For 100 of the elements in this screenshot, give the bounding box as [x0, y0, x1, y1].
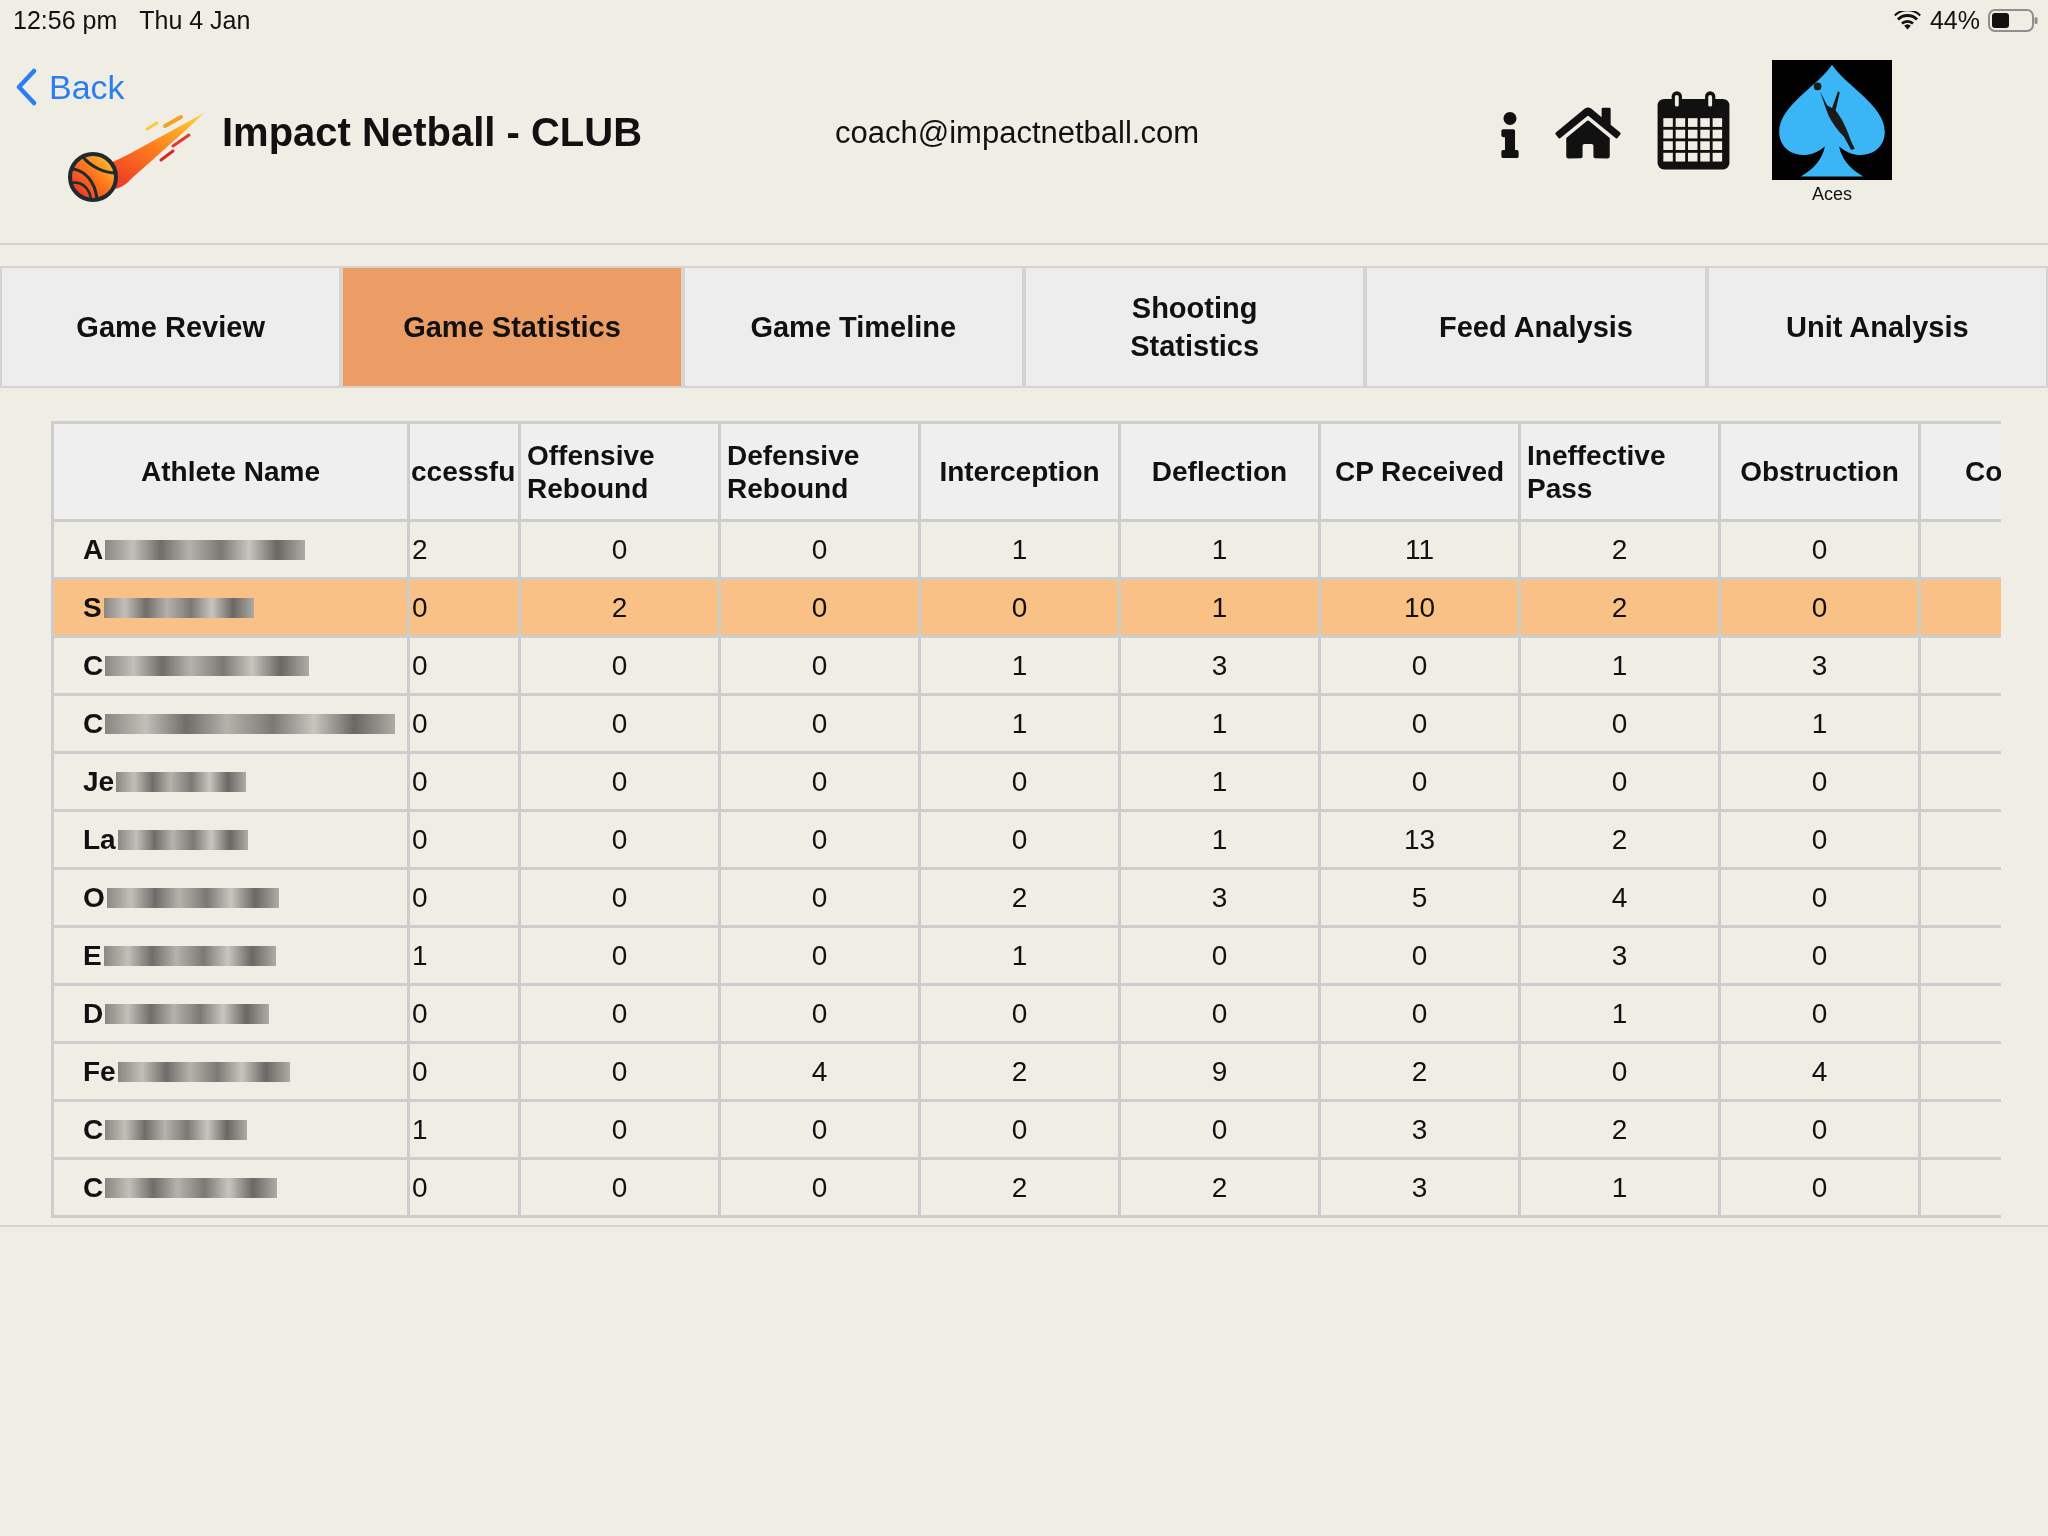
table-cell: 0 — [1011, 823, 1028, 856]
table-cell: 0 — [1411, 765, 1428, 798]
table-cell: 0 — [1411, 997, 1428, 1030]
tab[interactable]: Game Timeline — [682, 266, 1024, 388]
table-cell: 3 — [1211, 649, 1228, 682]
table-cell: 0 — [811, 533, 828, 566]
column-header: Athlete Name — [141, 455, 320, 488]
table-cell: 2 — [1211, 1171, 1228, 1204]
status-time: 12:56 pm — [13, 7, 118, 33]
table-cell: 0 — [1011, 765, 1028, 798]
column-header: Offensive Rebound — [527, 438, 656, 505]
table-row[interactable]: O 0 0 0 2 3 5 4 0 — [54, 870, 2001, 928]
table-cell: 0 — [611, 939, 628, 972]
table-row[interactable]: D 0 0 0 0 0 0 1 0 — [54, 986, 2001, 1044]
table-cell: 0 — [611, 533, 628, 566]
table-cell: 1 — [1011, 533, 1028, 566]
table-cell: 0 — [611, 1055, 628, 1088]
table-cell: 2 — [611, 591, 628, 624]
table-cell: 0 — [611, 823, 628, 856]
table-cell: 0 — [1811, 1113, 1828, 1146]
tab[interactable]: Game Review — [0, 266, 342, 388]
table-row[interactable]: C 0 0 0 2 2 3 1 0 — [54, 1160, 2001, 1218]
table-cell: 3 — [1611, 939, 1628, 972]
table-row[interactable]: La 0 0 0 0 1 13 2 0 — [54, 812, 2001, 870]
chevron-left-icon — [14, 68, 38, 106]
table-cell: 1 — [1211, 823, 1228, 856]
table-row[interactable]: Je 0 0 0 0 1 0 0 0 — [54, 754, 2001, 812]
athlete-name: Je — [83, 765, 115, 798]
table-cell: 0 — [1411, 707, 1428, 740]
table-cell: 0 — [611, 1113, 628, 1146]
tab[interactable]: Unit Analysis — [1706, 266, 2048, 388]
column-header: Deflection — [1151, 455, 1288, 488]
athlete-name: La — [83, 823, 116, 856]
tab[interactable]: Feed Analysis — [1365, 266, 1707, 388]
calendar-icon[interactable] — [1655, 91, 1732, 171]
spade-player-logo-icon — [1772, 60, 1892, 180]
table-cell: 2 — [1611, 1113, 1628, 1146]
table-cell: 0 — [611, 881, 628, 914]
table-cell: 0 — [811, 707, 828, 740]
column-header: Interception — [939, 455, 1100, 488]
table-cell: 2 — [1011, 881, 1028, 914]
table-cell: 1 — [412, 939, 428, 972]
table-cell: 3 — [1811, 649, 1828, 682]
table-cell: 0 — [811, 997, 828, 1030]
table-cell: 0 — [1411, 649, 1428, 682]
column-header: ccessfu — [411, 455, 516, 488]
table-cell: 0 — [1811, 939, 1828, 972]
table-cell: 0 — [1011, 1113, 1028, 1146]
table-cell: 0 — [811, 823, 828, 856]
table-cell: 4 — [1811, 1055, 1828, 1088]
table-row[interactable]: E 1 0 0 1 0 0 3 0 — [54, 928, 2001, 986]
table-cell: 0 — [1811, 533, 1828, 566]
table-cell: 1 — [1611, 997, 1628, 1030]
athlete-name: C — [83, 1171, 104, 1204]
table-cell: 0 — [1611, 765, 1628, 798]
table-cell: 3 — [1211, 881, 1228, 914]
tab[interactable]: Game Statistics — [341, 266, 683, 388]
team-button[interactable]: Aces — [1772, 60, 1892, 205]
table-cell: 4 — [811, 1055, 828, 1088]
column-header: Obstruction — [1740, 455, 1899, 488]
table-cell: 2 — [1611, 591, 1628, 624]
table-cell: 1 — [1611, 649, 1628, 682]
table-cell: 1 — [412, 1113, 428, 1146]
table-cell: 1 — [1011, 649, 1028, 682]
table-cell: 1 — [1211, 533, 1228, 566]
table-row[interactable]: S 0 2 0 0 1 10 2 0 — [54, 580, 2001, 638]
athlete-name: Fe — [83, 1055, 116, 1088]
column-header: Co — [1965, 455, 2001, 488]
table-cell: 9 — [1211, 1055, 1228, 1088]
table-row[interactable]: C 1 0 0 0 0 3 2 0 — [54, 1102, 2001, 1160]
email-address: coach@impactnetball.com — [835, 115, 1200, 150]
battery-percentage: 44% — [1929, 7, 1980, 33]
table-cell: 0 — [811, 881, 828, 914]
table-row[interactable]: C 0 0 0 1 1 0 0 1 — [54, 696, 2001, 754]
table-cell: 0 — [1211, 997, 1228, 1030]
table-cell: 0 — [412, 591, 428, 624]
info-icon[interactable] — [1498, 112, 1522, 158]
athlete-name: D — [83, 997, 104, 1030]
tab[interactable]: Shooting Statistics — [1024, 266, 1366, 388]
table-cell: 0 — [1811, 823, 1828, 856]
table-cell: 0 — [811, 939, 828, 972]
table-row[interactable]: C 0 0 0 1 3 0 1 3 — [54, 638, 2001, 696]
table-cell: 1 — [1011, 939, 1028, 972]
table-cell: 5 — [1411, 881, 1428, 914]
table-cell: 3 — [1411, 1113, 1428, 1146]
table-cell: 1 — [1811, 707, 1828, 740]
table-cell: 0 — [1411, 939, 1428, 972]
table-row[interactable]: A 2 0 0 1 1 11 2 0 — [54, 522, 2001, 580]
athlete-name: S — [83, 591, 102, 624]
table-cell: 2 — [1011, 1055, 1028, 1088]
table-row[interactable]: Fe 0 0 4 2 9 2 0 4 — [54, 1044, 2001, 1102]
table-cell: 0 — [1811, 591, 1828, 624]
table-cell: 0 — [611, 707, 628, 740]
table-cell: 0 — [1011, 591, 1028, 624]
table-cell: 0 — [811, 1113, 828, 1146]
athlete-name: C — [83, 649, 104, 682]
table-cell: 0 — [611, 765, 628, 798]
status-date: Thu 4 Jan — [139, 7, 251, 33]
table-cell: 0 — [412, 881, 428, 914]
table-cell: 0 — [811, 1171, 828, 1204]
